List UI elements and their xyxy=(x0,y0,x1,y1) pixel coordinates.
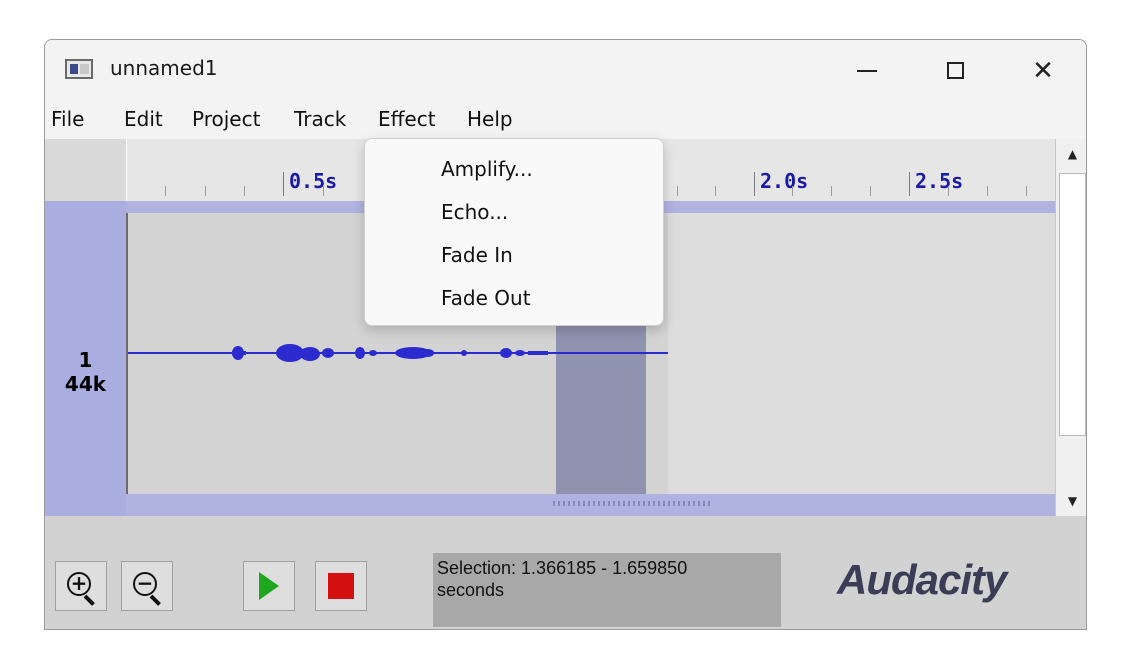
ruler-corner xyxy=(45,139,126,201)
track-sample-rate: 44k xyxy=(64,372,107,396)
status-line-1: Selection: 1.366185 - 1.659850 xyxy=(437,558,688,578)
close-button[interactable]: ✕ xyxy=(1003,40,1083,101)
zoom-out-button[interactable]: − xyxy=(121,561,173,611)
app-icon xyxy=(65,59,93,79)
ruler-tick xyxy=(244,186,245,196)
zoom-out-icon: − xyxy=(133,572,161,606)
stop-icon xyxy=(328,573,354,599)
ruler-tick xyxy=(165,186,166,196)
minimize-icon xyxy=(857,69,877,72)
menu-item-echo[interactable]: Echo... xyxy=(441,200,508,224)
ruler-label-0-5s: 0.5s xyxy=(289,169,338,193)
ruler-tick-major xyxy=(283,172,284,196)
zoom-in-icon: + xyxy=(67,572,95,606)
audacity-window: unnamed1 ✕ File Edit Project Track Effec… xyxy=(44,39,1087,630)
maximize-button[interactable] xyxy=(915,40,995,101)
ruler-label-2-5s: 2.5s xyxy=(915,169,964,193)
scroll-thumb[interactable] xyxy=(1059,173,1086,436)
scroll-down-icon[interactable]: ▼ xyxy=(1056,486,1086,516)
ruler-tick xyxy=(715,186,716,196)
menu-bar: File Edit Project Track Effect Help xyxy=(45,101,1086,139)
menu-help[interactable]: Help xyxy=(467,107,513,131)
maximize-icon xyxy=(946,62,964,79)
track-number: 1 xyxy=(78,348,93,372)
stop-button[interactable] xyxy=(315,561,367,611)
menu-item-amplify[interactable]: Amplify... xyxy=(441,157,533,181)
minimize-button[interactable] xyxy=(827,40,907,101)
play-button[interactable] xyxy=(243,561,295,611)
ruler-tick-major xyxy=(754,172,755,196)
scroll-up-icon[interactable]: ▲ xyxy=(1056,139,1086,169)
ruler-tick xyxy=(792,186,793,196)
title-bar: unnamed1 ✕ xyxy=(45,40,1086,101)
audacity-logo: Audacity xyxy=(837,556,1007,603)
status-line-2: seconds xyxy=(437,580,505,600)
bottom-toolbar: + − Selection: 1.366185 - 1.659850 secon… xyxy=(45,516,1086,629)
effect-dropdown-menu: Amplify... Echo... Fade In Fade Out xyxy=(364,138,664,326)
menu-item-fade-in[interactable]: Fade In xyxy=(441,243,513,267)
ruler-tick xyxy=(323,186,324,196)
close-icon: ✕ xyxy=(1032,55,1054,86)
menu-file[interactable]: File xyxy=(51,107,84,131)
track-bottom-bar xyxy=(126,494,1055,516)
ruler-tick-major xyxy=(909,172,910,196)
window-title: unnamed1 xyxy=(110,56,218,80)
ruler-tick xyxy=(1026,186,1027,196)
ruler-tick xyxy=(870,186,871,196)
ruler-tick xyxy=(948,186,949,196)
play-icon xyxy=(259,572,279,600)
menu-item-fade-out[interactable]: Fade Out xyxy=(441,286,531,310)
selection-status: Selection: 1.366185 - 1.659850 seconds xyxy=(433,553,781,627)
zoom-in-button[interactable]: + xyxy=(55,561,107,611)
ruler-label-2-0s: 2.0s xyxy=(760,169,809,193)
ruler-tick xyxy=(831,186,832,196)
ruler-tick xyxy=(677,186,678,196)
menu-project[interactable]: Project xyxy=(192,107,260,131)
menu-edit[interactable]: Edit xyxy=(124,107,163,131)
menu-effect[interactable]: Effect xyxy=(378,107,436,131)
resize-grip[interactable] xyxy=(553,501,713,506)
track-label-panel[interactable]: 1 44k xyxy=(45,201,126,516)
ruler-tick xyxy=(205,186,206,196)
vertical-scrollbar[interactable]: ▲ ▼ xyxy=(1055,139,1086,516)
ruler-tick xyxy=(987,186,988,196)
menu-track[interactable]: Track xyxy=(294,107,346,131)
